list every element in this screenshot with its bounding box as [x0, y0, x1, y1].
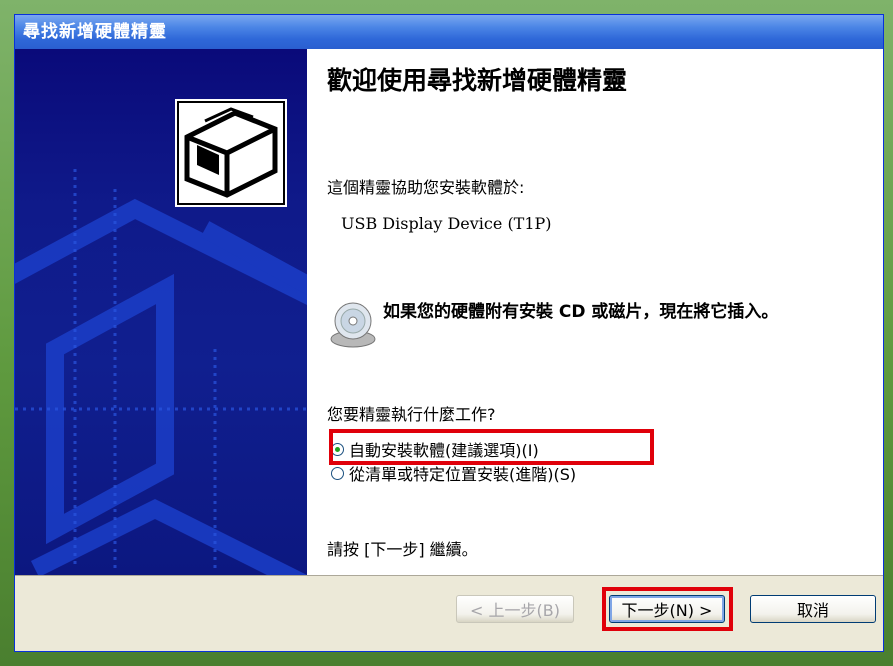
cd-prompt: 如果您的硬體附有安裝 CD 或磁片，現在將它插入。: [383, 302, 779, 322]
wizard-side-banner: [15, 49, 307, 575]
intro-text: 這個精靈協助您安裝軟體於:: [327, 178, 525, 197]
window-title: 尋找新增硬體精靈: [15, 15, 883, 49]
wizard-footer: < 上一步(B) 下一步(N) > 取消: [15, 577, 883, 651]
device-name: USB Display Device (T1P): [341, 214, 552, 233]
hardware-device-icon: [175, 99, 287, 207]
radio-unselected-icon[interactable]: [331, 466, 344, 480]
continue-hint: 請按 [下一步] 繼續。: [327, 540, 478, 559]
wizard-window: 尋找新增硬體精靈 歡迎使用尋找新增硬體精靈 這個精靈協助您安裝軟體於: USB …: [14, 14, 884, 652]
question-text: 您要精靈執行什麼工作?: [327, 405, 496, 424]
next-highlight-box: [602, 587, 733, 631]
cd-disk-icon: [327, 299, 379, 351]
highlight-box: [329, 429, 654, 465]
back-button[interactable]: < 上一步(B): [456, 595, 574, 623]
wizard-content: 歡迎使用尋找新增硬體精靈 這個精靈協助您安裝軟體於: USB Display D…: [15, 49, 883, 575]
wizard-main: 歡迎使用尋找新增硬體精靈 這個精靈協助您安裝軟體於: USB Display D…: [307, 49, 883, 575]
page-title: 歡迎使用尋找新增硬體精靈: [327, 66, 628, 95]
cancel-button[interactable]: 取消: [750, 595, 876, 623]
